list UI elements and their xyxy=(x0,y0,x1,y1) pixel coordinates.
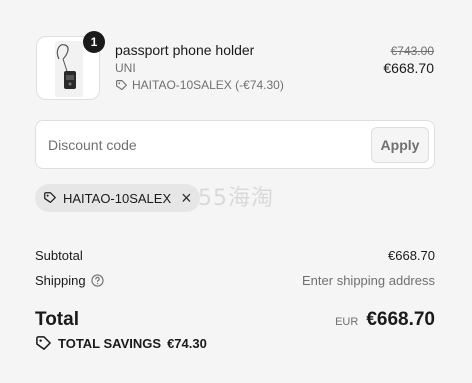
total-savings: TOTAL SAVINGS €74.30 xyxy=(35,335,207,352)
total-row: Total EUR €668.70 xyxy=(35,309,435,333)
line-item-discount-label: HAITAO-10SALEX (-€74.30) xyxy=(132,78,284,92)
tag-icon xyxy=(116,79,127,90)
question-circle-icon[interactable] xyxy=(90,274,104,287)
shipping-row: Shipping Enter shipping address xyxy=(35,273,435,291)
subtotal-value: €668.70 xyxy=(388,248,435,263)
final-price: €668.70 xyxy=(383,60,434,76)
product-variant: UNI xyxy=(115,61,136,75)
apply-button[interactable]: Apply xyxy=(371,127,429,163)
quantity-badge: 1 xyxy=(83,31,105,53)
subtotal-label: Subtotal xyxy=(35,248,83,263)
original-price: €743.00 xyxy=(390,44,434,58)
applied-discount-chip: HAITAO-10SALEX × xyxy=(35,184,200,212)
close-icon[interactable]: × xyxy=(181,189,192,207)
applied-discount-code: HAITAO-10SALEX xyxy=(63,190,172,206)
shipping-label: Shipping xyxy=(35,273,86,288)
product-name: passport phone holder xyxy=(115,42,255,58)
subtotal-row: Subtotal €668.70 xyxy=(35,248,435,266)
watermark: 55海淘 xyxy=(198,186,274,211)
discount-code-input[interactable] xyxy=(36,121,366,168)
line-item-discount: HAITAO-10SALEX (-€74.30) xyxy=(115,78,284,92)
total-label: Total xyxy=(35,309,79,330)
tag-icon xyxy=(44,192,56,203)
shipping-value: Enter shipping address xyxy=(302,273,435,288)
total-value: €668.70 xyxy=(366,309,435,330)
discount-code-form: Apply xyxy=(35,120,435,169)
savings-value: €74.30 xyxy=(167,336,207,351)
currency-code: EUR xyxy=(335,316,359,328)
line-item: 1 passport phone holder UNI HAITAO-10SAL… xyxy=(36,31,436,100)
price-tag-icon xyxy=(36,336,51,350)
savings-label: TOTAL SAVINGS xyxy=(58,336,162,351)
total-amount: EUR €668.70 xyxy=(335,309,435,331)
